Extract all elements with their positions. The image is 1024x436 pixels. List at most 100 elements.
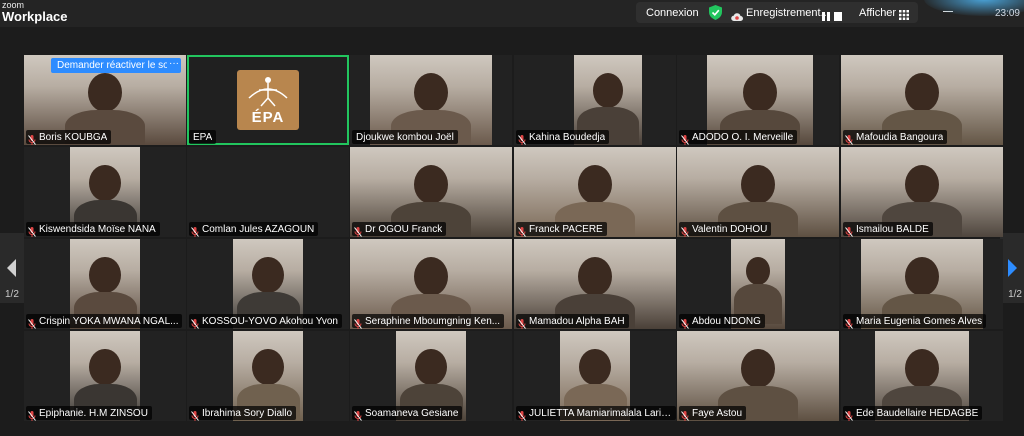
person-silhouette — [252, 349, 284, 386]
participant-tile[interactable]: Abdou NDONG — [677, 239, 839, 329]
participant-name: Valentin DOHOU — [692, 223, 768, 235]
participant-name: Mafoudia Bangoura — [856, 131, 944, 143]
muted-mic-icon — [845, 224, 853, 237]
participant-tile[interactable]: Comlan Jules AZAGOUN — [187, 147, 349, 237]
participant-name: Soamaneva Gesiane — [365, 407, 459, 419]
participant-name-label: Soamaneva Gesiane — [352, 406, 463, 421]
page-indicator-left: 1/2 — [5, 289, 19, 300]
participant-name-label: Ismailou BALDE — [843, 222, 933, 237]
participant-name: ADODO O. I. Merveille — [692, 131, 794, 143]
muted-mic-icon — [681, 224, 689, 237]
participant-name: KOSSOU-YOVO Akohou Yvon — [202, 315, 338, 327]
participant-name-label: Djoukwe kombou Joël — [352, 130, 458, 144]
person-silhouette — [252, 257, 284, 294]
muted-mic-icon — [845, 132, 853, 145]
participant-name-label: Kiswendsida Moïse NANA — [26, 222, 160, 237]
security-shield-icon[interactable] — [709, 5, 722, 25]
participant-tile[interactable]: Faye Astou — [677, 331, 839, 421]
participant-name-label: EPA — [189, 130, 217, 144]
person-silhouette — [89, 349, 121, 386]
muted-mic-icon — [354, 316, 362, 329]
gallery-grid-icon[interactable] — [899, 7, 909, 25]
meeting-toolbar: Connexion Enregistrement... Afficher — [636, 2, 918, 23]
participant-tile[interactable]: ADODO O. I. Merveille — [677, 55, 839, 145]
participant-tile[interactable]: Epiphanie. H.M ZINSOU — [24, 331, 186, 421]
participant-name: Abdou NDONG — [692, 315, 761, 327]
connexion-button[interactable]: Connexion — [646, 7, 699, 19]
stop-recording-icon[interactable] — [834, 8, 842, 26]
participant-name: EPA — [193, 131, 213, 143]
muted-mic-icon — [518, 224, 526, 237]
participant-name-label: Epiphanie. H.M ZINSOU — [26, 406, 152, 421]
participant-name-label: Ede Baudellaire HEDAGBE — [843, 406, 983, 421]
muted-mic-icon — [845, 316, 853, 329]
recording-status: Enregistrement... — [746, 7, 830, 19]
participant-tile[interactable]: Mamadou Alpha BAH — [514, 239, 676, 329]
person-silhouette — [741, 349, 775, 389]
muted-mic-icon — [518, 132, 526, 145]
participant-name-label: Mamadou Alpha BAH — [516, 314, 629, 329]
more-options-button[interactable]: ··· — [167, 58, 181, 73]
participant-name-label: Seraphine Mboumgning Ken... — [352, 314, 505, 329]
participant-name-label: Maria Eugenia Gomes Alves — [843, 314, 987, 329]
participant-tile[interactable]: Ismailou BALDE — [841, 147, 1003, 237]
participant-name: Djoukwe kombou Joël — [356, 131, 454, 143]
person-silhouette — [905, 349, 939, 389]
participant-tile[interactable]: Kahina Boudedja — [514, 55, 676, 145]
brand-workplace: Workplace — [2, 9, 68, 24]
participant-tile[interactable]: Ibrahima Sory Diallo — [187, 331, 349, 421]
pause-recording-icon[interactable] — [822, 8, 830, 26]
participant-name-label: Valentin DOHOU — [679, 222, 772, 237]
participant-name: Boris KOUBGA — [39, 131, 108, 143]
participant-tile[interactable]: Crispin YOKA MWANA NGAL... — [24, 239, 186, 329]
participant-name-label: Crispin YOKA MWANA NGAL... — [26, 314, 183, 329]
participant-name-label: Comlan Jules AZAGOUN — [189, 222, 319, 237]
person-silhouette — [592, 73, 624, 109]
person-silhouette — [415, 349, 447, 386]
muted-mic-icon — [191, 224, 199, 237]
person-silhouette — [414, 73, 448, 113]
participant-name: Mamadou Alpha BAH — [529, 315, 625, 327]
muted-mic-icon — [518, 408, 526, 421]
participant-tile[interactable]: Dr OGOU Franck — [350, 147, 512, 237]
muted-mic-icon — [518, 316, 526, 329]
muted-mic-icon — [28, 316, 36, 329]
app-brand: zoom Workplace — [2, 1, 68, 24]
participant-name: Kahina Boudedja — [529, 131, 606, 143]
person-silhouette — [89, 165, 121, 202]
person-silhouette — [414, 257, 448, 297]
participant-name-label: ADODO O. I. Merveille — [679, 130, 798, 145]
epa-logo-text: ÉPA — [251, 109, 285, 126]
epa-logo: ÉPA — [237, 70, 299, 130]
participant-tile[interactable]: Kiswendsida Moïse NANA — [24, 147, 186, 237]
muted-mic-icon — [28, 132, 36, 145]
participant-name-label: Kahina Boudedja — [516, 130, 610, 145]
participant-tile[interactable]: ÉPA EPA — [187, 55, 349, 145]
view-button[interactable]: Afficher — [859, 7, 896, 19]
participant-tile[interactable]: Franck PACERE — [514, 147, 676, 237]
request-unmute-button[interactable]: Demander réactiver le son — [51, 58, 181, 73]
participant-tile[interactable]: Ede Baudellaire HEDAGBE — [841, 331, 1003, 421]
person-silhouette — [905, 73, 939, 113]
participant-name: Maria Eugenia Gomes Alves — [856, 315, 983, 327]
participant-name: Seraphine Mboumgning Ken... — [365, 315, 501, 327]
participant-name: Franck PACERE — [529, 223, 603, 235]
participant-name: JULIETTA Mamiarimalala Laris... — [529, 407, 672, 419]
recording-cloud-icon — [731, 8, 743, 26]
participant-tile[interactable]: Demander réactiver le son ··· Boris KOUBGA — [24, 55, 186, 145]
participant-name: Faye Astou — [692, 407, 743, 419]
participant-tile[interactable]: Djoukwe kombou Joël — [350, 55, 512, 145]
participant-tile[interactable]: Maria Eugenia Gomes Alves — [841, 239, 1003, 329]
muted-mic-icon — [681, 316, 689, 329]
participant-tile[interactable]: JULIETTA Mamiarimalala Laris... — [514, 331, 676, 421]
participant-tile[interactable]: Mafoudia Bangoura — [841, 55, 1003, 145]
participant-tile[interactable]: Seraphine Mboumgning Ken... — [350, 239, 512, 329]
participant-name-label: Boris KOUBGA — [26, 130, 112, 145]
participant-name-label: Faye Astou — [679, 406, 747, 421]
participant-name-label: Franck PACERE — [516, 222, 607, 237]
participant-tile[interactable]: Soamaneva Gesiane — [350, 331, 512, 421]
participant-tile[interactable]: KOSSOU-YOVO Akohou Yvon — [187, 239, 349, 329]
muted-mic-icon — [681, 408, 689, 421]
participant-name: Ismailou BALDE — [856, 223, 929, 235]
participant-tile[interactable]: Valentin DOHOU — [677, 147, 839, 237]
